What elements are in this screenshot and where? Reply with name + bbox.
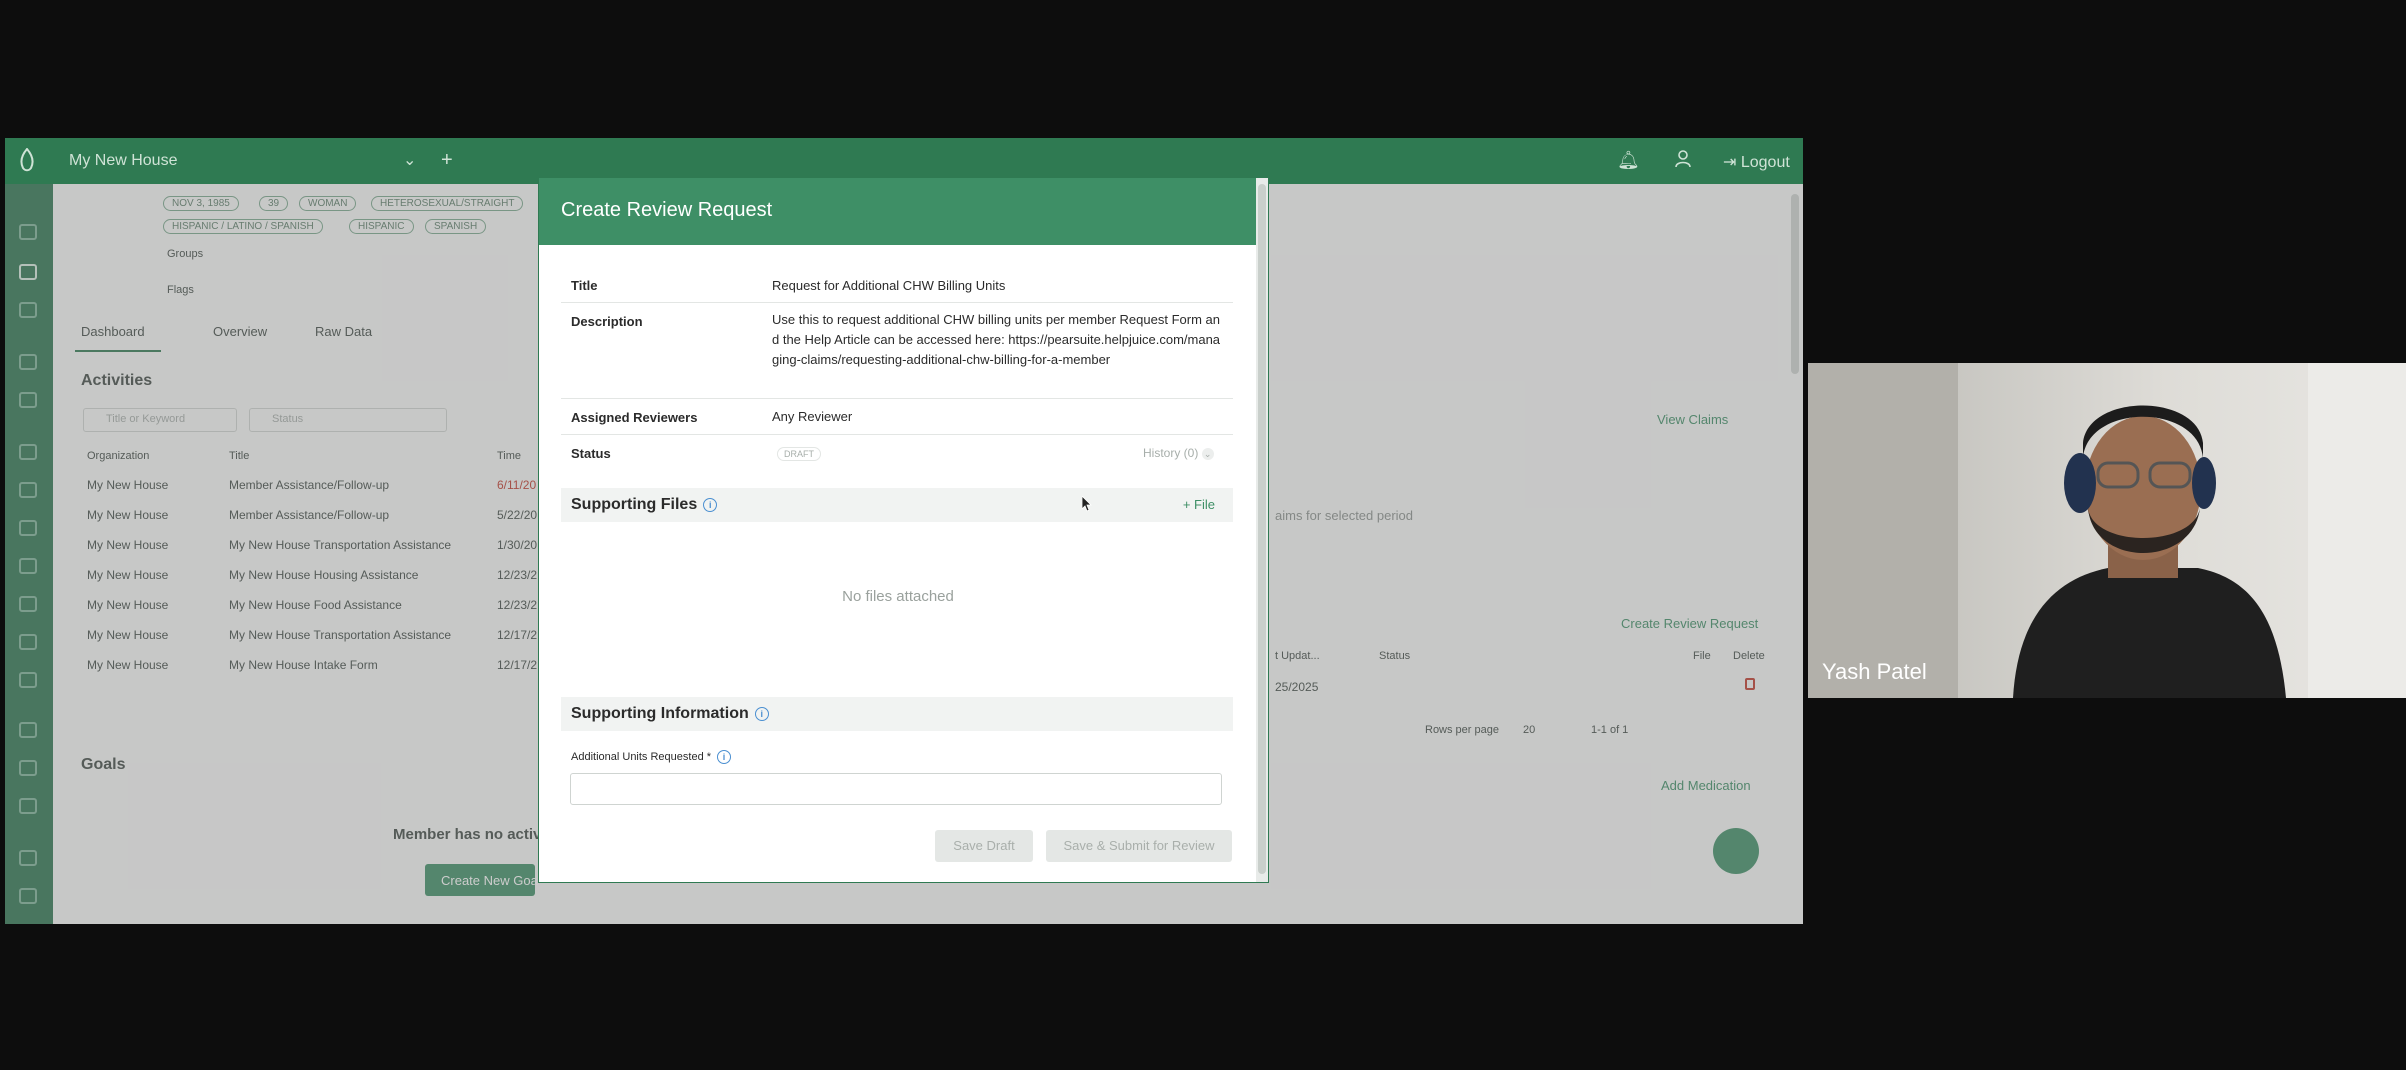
assigned-reviewers-label: Assigned Reviewers xyxy=(571,410,698,425)
app-logo-icon xyxy=(19,147,35,172)
modal-header: Create Review Request xyxy=(539,178,1257,245)
org-dropdown-chevron-icon[interactable]: ⌄ xyxy=(403,150,416,170)
logout-label: Logout xyxy=(1740,154,1790,171)
info-icon[interactable]: i xyxy=(717,750,732,764)
mouse-cursor-icon xyxy=(1081,495,1092,517)
status-label: Status xyxy=(571,446,611,461)
history-toggle[interactable]: History (0) ⌄ xyxy=(1143,446,1214,460)
info-icon[interactable]: i xyxy=(703,497,718,512)
supporting-files-title: Supporting Files xyxy=(571,496,698,513)
save-draft-button[interactable]: Save Draft xyxy=(935,830,1033,862)
status-badge: DRAFT xyxy=(777,447,821,461)
bell-icon[interactable]: 🔔︎ xyxy=(1617,150,1640,171)
supporting-information-title: Supporting Information xyxy=(571,705,749,722)
participant-video xyxy=(1808,363,2406,698)
units-requested-input[interactable] xyxy=(570,773,1222,805)
modal-title: Create Review Request xyxy=(561,199,773,221)
participant-name: Yash Patel xyxy=(1822,659,1927,684)
no-files-text: No files attached xyxy=(842,588,954,605)
save-submit-review-button[interactable]: Save & Submit for Review xyxy=(1046,830,1232,862)
create-review-request-modal: Create Review Request Title Request for … xyxy=(538,177,1269,883)
logout-button[interactable]: ⇥ Logout xyxy=(1723,152,1790,172)
modal-scrollbar[interactable] xyxy=(1256,178,1268,882)
info-icon[interactable]: i xyxy=(754,706,769,721)
add-tab-icon[interactable]: + xyxy=(441,149,453,172)
add-file-button[interactable]: + File xyxy=(1183,497,1215,512)
chevron-down-icon: ⌄ xyxy=(1201,448,1214,460)
description-label: Description xyxy=(571,314,643,329)
title-value: Request for Additional CHW Billing Units xyxy=(772,278,1006,293)
supporting-information-section: Supporting Information i xyxy=(561,697,1233,731)
history-label: History (0) xyxy=(1143,446,1199,460)
org-name: My New House xyxy=(69,152,178,169)
divider xyxy=(561,302,1233,303)
description-value: Use this to request additional CHW billi… xyxy=(772,312,1221,367)
assigned-reviewers-value: Any Reviewer xyxy=(772,409,853,424)
supporting-files-section: Supporting Files i + File xyxy=(561,488,1233,522)
divider xyxy=(561,434,1233,435)
divider xyxy=(561,398,1233,399)
user-icon[interactable] xyxy=(1675,150,1691,168)
title-label: Title xyxy=(571,278,598,293)
units-requested-label: Additional Units Requested * i xyxy=(571,750,732,764)
webcam-tile: Yash Patel xyxy=(1808,363,2406,698)
